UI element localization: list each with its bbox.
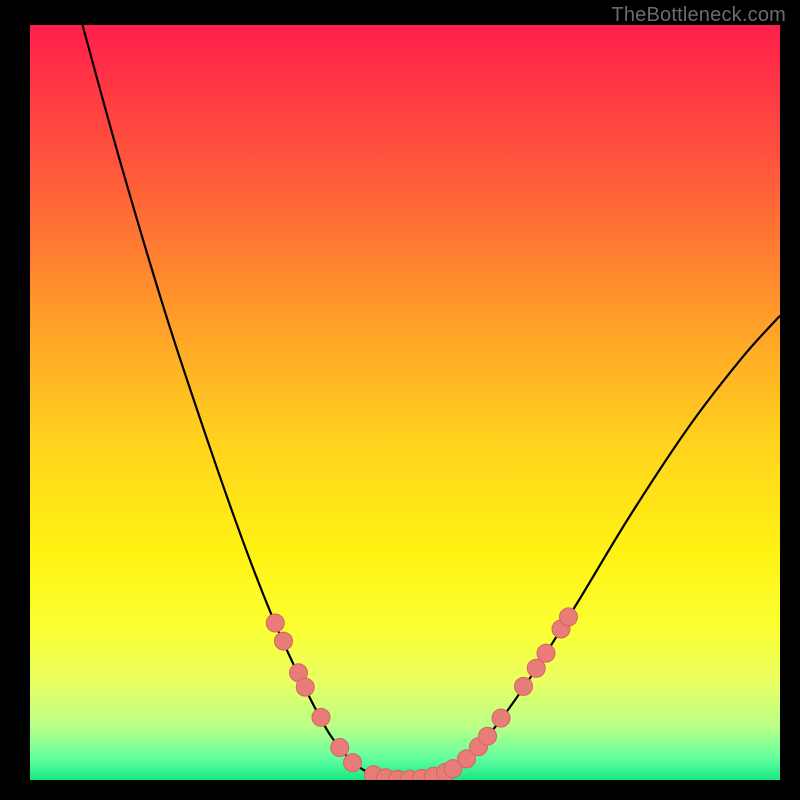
data-point	[537, 644, 555, 662]
plot-area	[30, 25, 780, 780]
data-point	[492, 709, 510, 727]
data-point	[266, 614, 284, 632]
data-point	[479, 727, 497, 745]
chart-frame: TheBottleneck.com	[0, 0, 800, 800]
data-point	[344, 754, 362, 772]
watermark-text: TheBottleneck.com	[611, 4, 786, 27]
data-point	[275, 632, 293, 650]
data-point	[331, 739, 349, 757]
data-point	[296, 678, 314, 696]
data-point	[515, 677, 533, 695]
data-point	[560, 608, 578, 626]
data-point	[312, 708, 330, 726]
bottleneck-curve	[30, 25, 780, 780]
